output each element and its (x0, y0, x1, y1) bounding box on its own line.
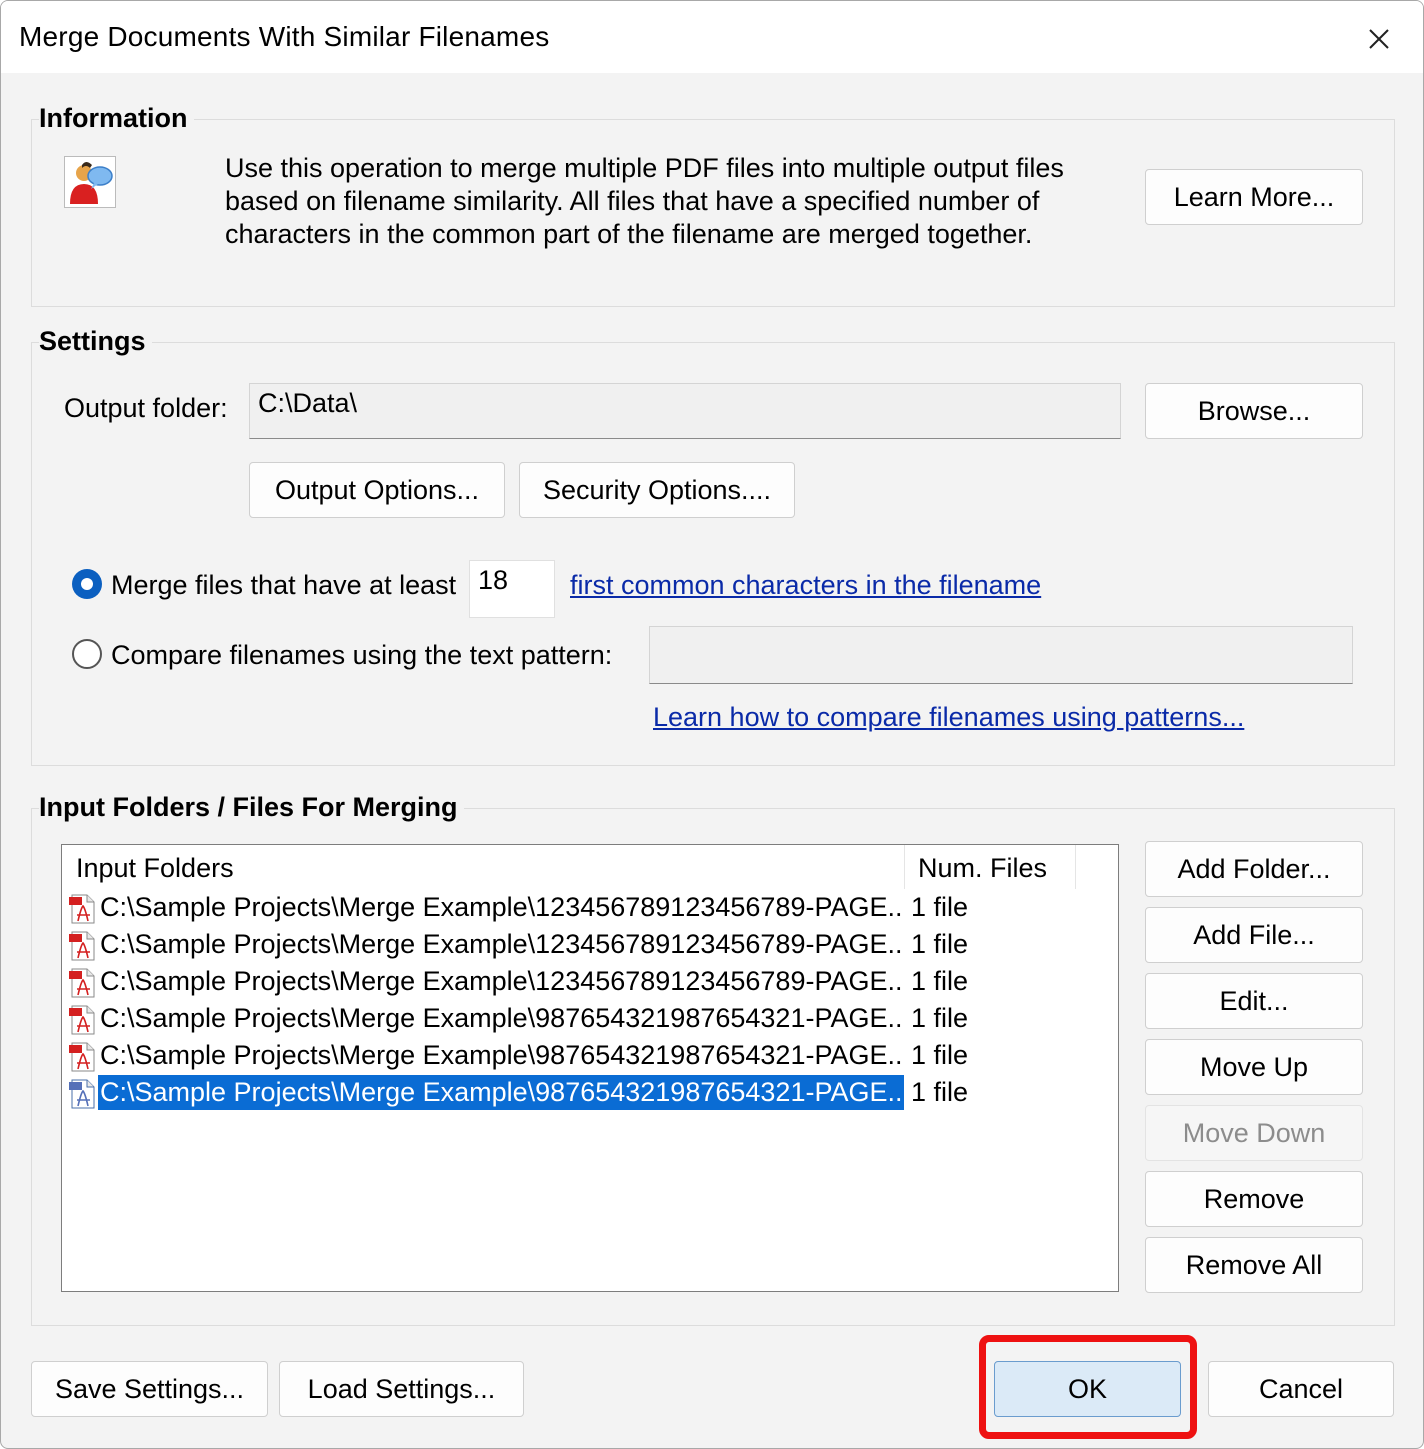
row-file-count: 1 file (911, 1003, 969, 1033)
move-up-button[interactable]: Move Up (1145, 1039, 1363, 1095)
pdf-file-icon (68, 1005, 98, 1035)
add-file-button[interactable]: Add File... (1145, 907, 1363, 963)
remove-button[interactable]: Remove (1145, 1171, 1363, 1227)
pattern-help-link[interactable]: Learn how to compare filenames using pat… (653, 702, 1244, 733)
column-divider[interactable] (1075, 845, 1076, 889)
information-title: Information (39, 103, 194, 134)
output-options-button[interactable]: Output Options... (249, 462, 505, 518)
pdf-file-icon (68, 968, 98, 998)
input-title: Input Folders / Files For Merging (39, 792, 464, 823)
ok-button[interactable]: OK (994, 1361, 1181, 1417)
list-row[interactable]: C:\Sample Projects\Merge Example\9876543… (62, 1001, 1118, 1038)
load-settings-button[interactable]: Load Settings... (279, 1361, 524, 1417)
browse-button[interactable]: Browse... (1145, 383, 1363, 439)
move-down-button[interactable]: Move Down (1145, 1105, 1363, 1161)
learn-more-button[interactable]: Learn More... (1145, 169, 1363, 225)
row-file-count: 1 file (911, 892, 969, 922)
row-path: C:\Sample Projects\Merge Example\1234567… (100, 929, 904, 959)
input-folders-list[interactable]: Input Folders Num. Files C:\Sample Proje… (61, 844, 1119, 1292)
row-path: C:\Sample Projects\Merge Example\1234567… (100, 966, 904, 996)
list-row[interactable]: C:\Sample Projects\Merge Example\1234567… (62, 890, 1118, 927)
edit-button[interactable]: Edit... (1145, 973, 1363, 1029)
cancel-button[interactable]: Cancel (1208, 1361, 1394, 1417)
close-button[interactable] (1357, 19, 1401, 59)
security-options-button[interactable]: Security Options.... (519, 462, 795, 518)
column-input-folders[interactable]: Input Folders (76, 853, 234, 884)
column-num-files[interactable]: Num. Files (918, 853, 1047, 884)
list-row[interactable]: C:\Sample Projects\Merge Example\1234567… (62, 964, 1118, 1001)
pattern-radio[interactable] (72, 639, 102, 669)
row-path: C:\Sample Projects\Merge Example\9876543… (100, 1003, 904, 1033)
merge-count-help-link[interactable]: first common characters in the filename (570, 570, 1041, 601)
output-folder-label: Output folder: (64, 393, 228, 423)
pattern-input[interactable] (649, 626, 1353, 684)
list-row[interactable]: C:\Sample Projects\Merge Example\9876543… (62, 1038, 1118, 1075)
dialog-window: Merge Documents With Similar Filenames I… (0, 0, 1424, 1449)
merge-count-input[interactable]: 18 (469, 560, 555, 618)
info-line-3: characters in the common part of the fil… (225, 219, 1033, 249)
user-help-icon (64, 156, 116, 208)
title-bar: Merge Documents With Similar Filenames (1, 1, 1423, 73)
merge-count-radio[interactable] (72, 569, 102, 599)
row-file-count: 1 file (911, 929, 969, 959)
row-path: C:\Sample Projects\Merge Example\1234567… (100, 892, 904, 922)
row-file-count: 1 file (911, 1040, 969, 1070)
pdf-file-icon (68, 931, 98, 961)
merge-count-label[interactable]: Merge files that have at least (111, 570, 456, 601)
list-row[interactable]: C:\Sample Projects\Merge Example\1234567… (62, 927, 1118, 964)
pattern-label[interactable]: Compare filenames using the text pattern… (111, 640, 612, 671)
output-folder-field[interactable]: C:\Data\ (249, 383, 1121, 439)
row-file-count: 1 file (911, 966, 969, 996)
settings-title: Settings (39, 326, 152, 357)
save-settings-button[interactable]: Save Settings... (31, 1361, 268, 1417)
info-line-2: based on filename similarity. All files … (225, 186, 1040, 216)
list-header: Input Folders Num. Files (62, 845, 1118, 889)
list-row[interactable]: C:\Sample Projects\Merge Example\9876543… (62, 1075, 1118, 1112)
row-file-count: 1 file (911, 1077, 969, 1107)
pdf-file-icon (68, 894, 98, 924)
info-line-1: Use this operation to merge multiple PDF… (225, 153, 1064, 183)
remove-all-button[interactable]: Remove All (1145, 1237, 1363, 1293)
window-title: Merge Documents With Similar Filenames (19, 21, 550, 52)
pdf-file-icon (68, 1079, 98, 1109)
close-icon (1369, 29, 1389, 49)
column-divider[interactable] (904, 845, 905, 889)
row-path: C:\Sample Projects\Merge Example\9876543… (98, 1075, 904, 1110)
row-path: C:\Sample Projects\Merge Example\9876543… (100, 1040, 904, 1070)
pdf-file-icon (68, 1042, 98, 1072)
add-folder-button[interactable]: Add Folder... (1145, 841, 1363, 897)
